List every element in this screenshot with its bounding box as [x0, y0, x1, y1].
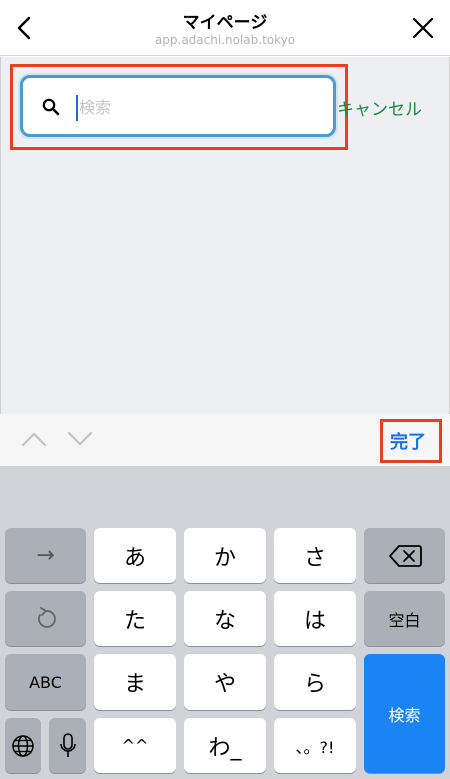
- page-url: app.adachi.nolab.tokyo: [154, 33, 296, 47]
- done-button[interactable]: 完了: [390, 428, 426, 454]
- undo-icon: [37, 606, 56, 628]
- key-wa[interactable]: わ_: [184, 718, 266, 773]
- keyboard-accessory-bar: 完了: [0, 414, 450, 466]
- search-input[interactable]: [79, 92, 319, 122]
- close-icon: [412, 17, 434, 39]
- page-title: マイページ: [182, 13, 268, 33]
- chevron-down-icon[interactable]: [66, 428, 94, 450]
- search-icon: [42, 98, 60, 116]
- key-delete[interactable]: [364, 528, 445, 583]
- key-ha[interactable]: は: [274, 591, 356, 646]
- key-ka[interactable]: か: [184, 528, 266, 583]
- keyboard: → あ か さ た な は 空白 ABC ま や ら 検索 ^^ わ_ 、。?!: [0, 466, 450, 779]
- key-dictation[interactable]: [49, 718, 86, 773]
- key-search[interactable]: 検索: [364, 654, 445, 773]
- globe-icon: [12, 734, 34, 757]
- key-next-candidate[interactable]: →: [5, 528, 86, 583]
- key-undo[interactable]: [5, 591, 86, 646]
- key-na[interactable]: な: [184, 591, 266, 646]
- microphone-icon: [59, 732, 76, 757]
- key-ya[interactable]: や: [184, 654, 266, 710]
- key-a[interactable]: あ: [94, 528, 176, 583]
- key-punctuation[interactable]: 、。?!: [274, 718, 356, 773]
- cancel-button[interactable]: キャンセル: [337, 95, 422, 120]
- text-caret: [76, 95, 78, 121]
- key-sa[interactable]: さ: [274, 528, 356, 583]
- search-box[interactable]: [20, 75, 336, 137]
- backspace-icon: [388, 544, 422, 567]
- key-ma[interactable]: ま: [94, 654, 176, 710]
- key-emoticon[interactable]: ^^: [94, 718, 176, 773]
- content-area: キャンセル: [0, 57, 450, 414]
- key-abc[interactable]: ABC: [5, 654, 86, 710]
- key-ra[interactable]: ら: [274, 654, 356, 710]
- key-globe[interactable]: [5, 718, 41, 773]
- key-space[interactable]: 空白: [364, 591, 445, 646]
- chevron-up-icon[interactable]: [20, 428, 48, 450]
- close-button[interactable]: [410, 14, 436, 42]
- key-ta[interactable]: た: [94, 591, 176, 646]
- arrow-right-icon: →: [36, 543, 55, 568]
- header: マイページ app.adachi.nolab.tokyo: [0, 0, 450, 56]
